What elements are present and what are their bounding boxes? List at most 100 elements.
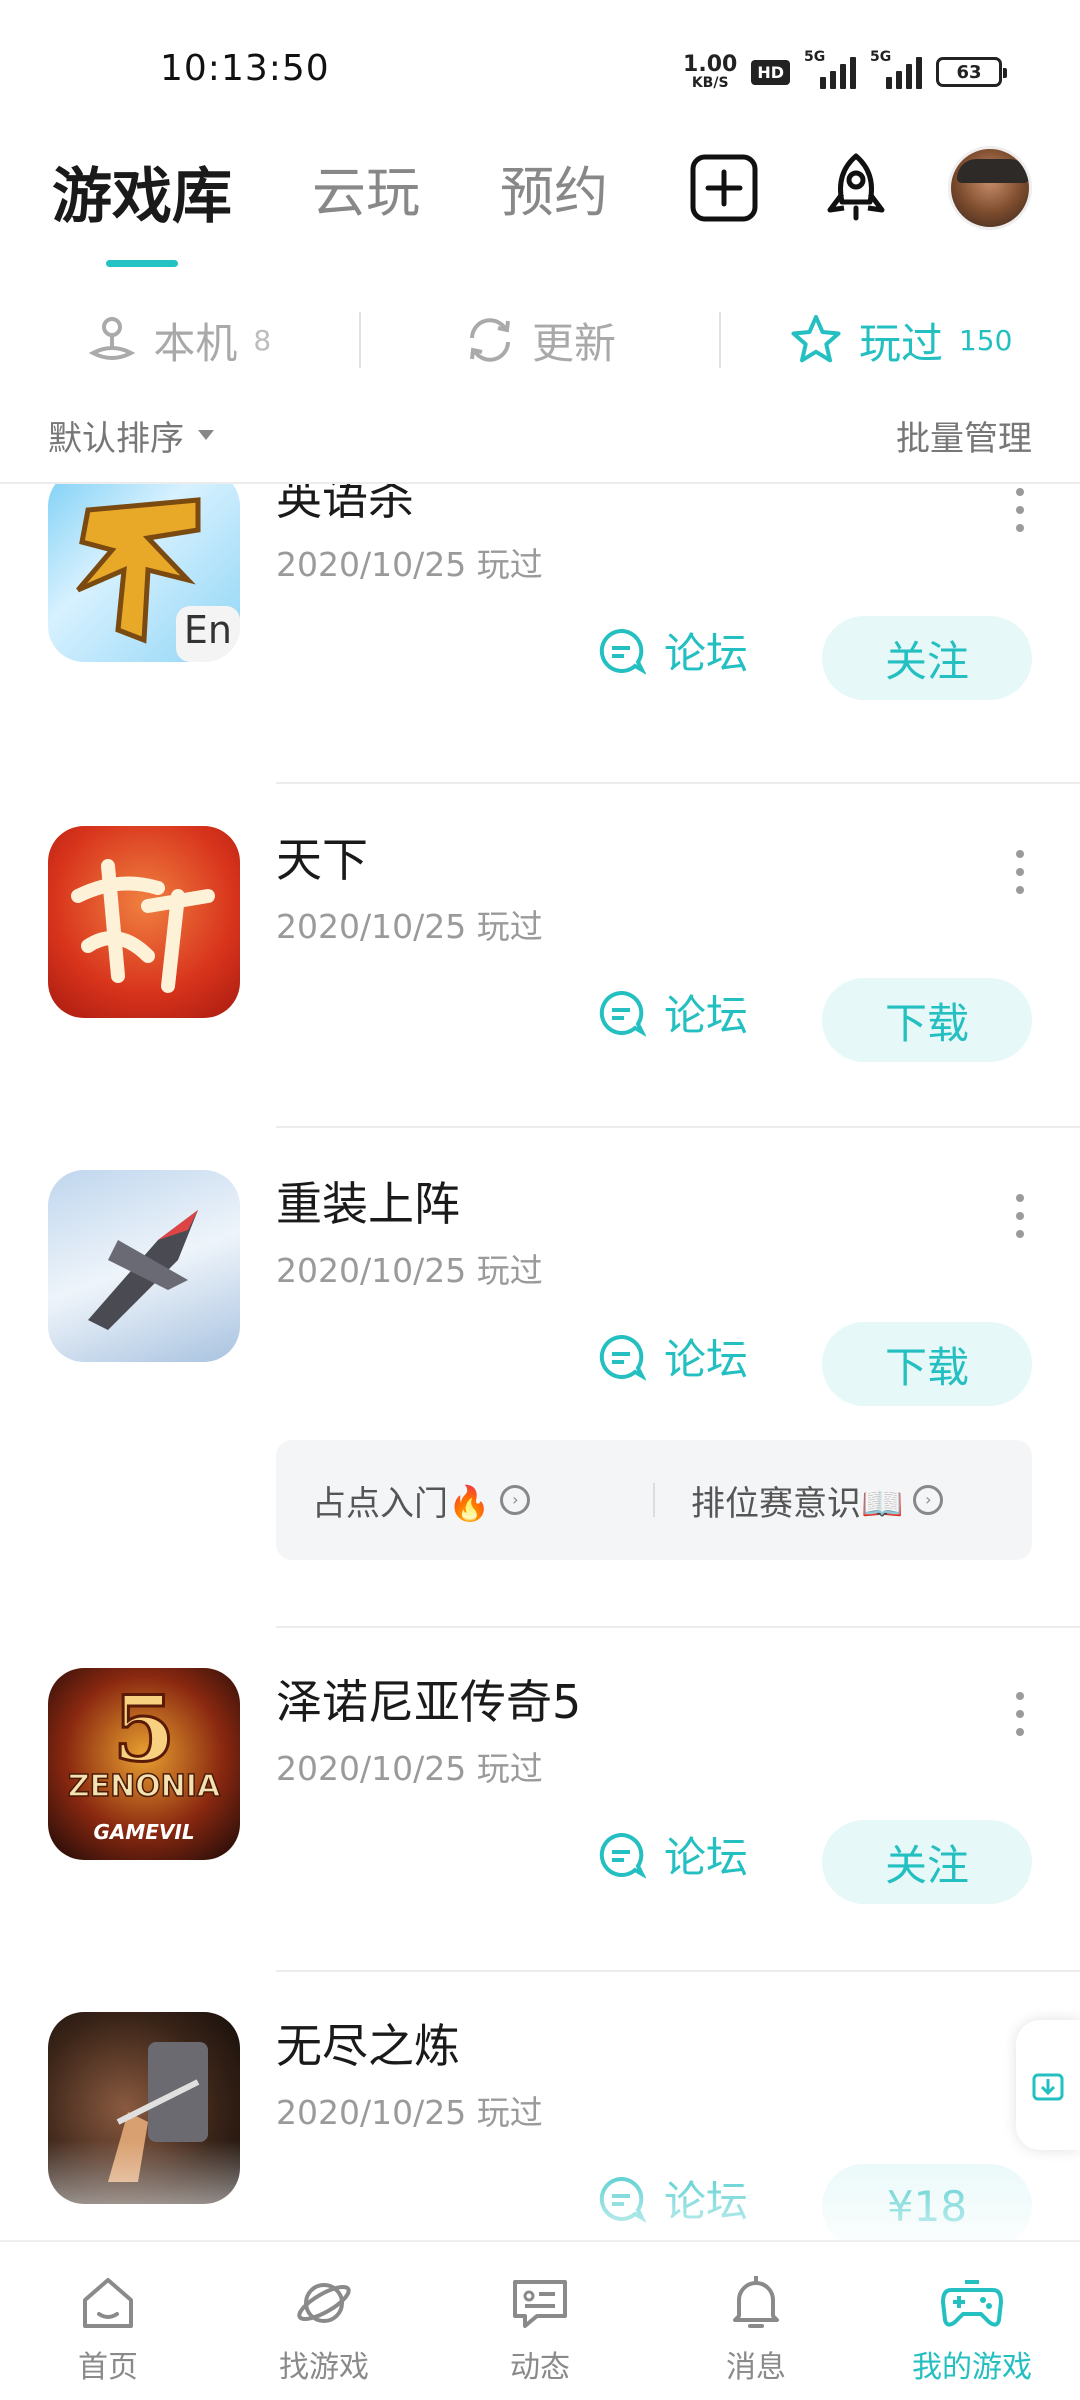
nav-messages[interactable]: 消息: [648, 2242, 864, 2400]
sort-label: 默认排序: [48, 418, 184, 459]
nav-feed-label: 动态: [510, 2350, 570, 2385]
list-item[interactable]: En 英语杀 2020/10/25 玩过 论坛 关注: [0, 484, 1080, 828]
forum-label: 论坛: [664, 629, 749, 678]
forum-link[interactable]: 论坛: [596, 982, 748, 1043]
tab-game-library[interactable]: 游戏库: [52, 148, 232, 235]
home-icon: [83, 2278, 133, 2328]
status-bar: 10:13:50 1.00 KB/S HD 5G 5G 63: [0, 0, 1080, 130]
feed-icon: [513, 2280, 567, 2328]
filter-update-label: 更新: [532, 318, 617, 368]
add-icon: [690, 154, 758, 222]
nav-find-game[interactable]: 找游戏: [216, 2242, 432, 2400]
game-icon: [48, 1170, 240, 1362]
avatar[interactable]: [948, 146, 1032, 230]
forum-icon: [599, 628, 646, 675]
download-manager-icon: [1032, 2073, 1064, 2101]
bell-icon: [733, 2276, 779, 2328]
tab-reservation[interactable]: 预约: [500, 148, 608, 235]
floating-download-button[interactable]: [1016, 2020, 1080, 2150]
follow-button[interactable]: 关注: [822, 1820, 1032, 1904]
signal-tag: 5G: [804, 49, 826, 65]
more-icon[interactable]: [1014, 850, 1026, 894]
filter-row: 本机 8 更新 玩过 150: [0, 300, 1080, 380]
signal-icon: 5G: [804, 49, 856, 89]
sort-row: 默认排序 批量管理: [0, 400, 1080, 470]
svg-text:ZENONIA: ZENONIA: [68, 1769, 221, 1804]
game-icon-art: [88, 1210, 198, 1330]
more-icon[interactable]: [1014, 1692, 1026, 1736]
battery-level: 63: [956, 61, 982, 83]
forum-label: 论坛: [664, 2177, 749, 2226]
forum-link[interactable]: 论坛: [596, 1824, 748, 1885]
game-icon: En: [48, 484, 240, 662]
more-icon[interactable]: [1014, 1194, 1026, 1238]
game-icon: 5 ZENONIA GAMEVIL: [48, 1668, 240, 1860]
nav-find-game-label: 找游戏: [279, 2350, 369, 2385]
forum-label: 论坛: [664, 1833, 749, 1882]
download-button[interactable]: 下载: [822, 978, 1032, 1062]
nav-home[interactable]: 首页: [0, 2242, 216, 2400]
forum-label: 论坛: [664, 991, 749, 1040]
game-icon: [48, 826, 240, 1018]
nav-my-games[interactable]: 我的游戏: [864, 2242, 1080, 2400]
list-item[interactable]: 天下 2020/10/25 玩过 论坛 下载: [0, 784, 1080, 1128]
header-actions: [684, 146, 1032, 230]
forum-link[interactable]: 论坛: [596, 2168, 748, 2229]
game-name: 泽诺尼亚传奇5: [276, 1675, 582, 1729]
network-speed-value: 1.00: [683, 52, 738, 77]
gamepad-icon: [941, 2280, 1003, 2327]
status-icons: 1.00 KB/S HD 5G 5G 63: [683, 49, 1007, 94]
guide-tip[interactable]: 排位赛意识📖 ›: [655, 1476, 1032, 1525]
forum-icon: [599, 2176, 646, 2223]
filter-local-count: 8: [253, 323, 272, 357]
forum-link[interactable]: 论坛: [596, 1326, 748, 1387]
batch-manage-button[interactable]: 批量管理: [896, 411, 1032, 460]
signal-icon-2: 5G: [870, 49, 922, 89]
list-item[interactable]: 无尽之炼 2020/10/25 玩过 论坛 ¥18: [0, 1972, 1080, 2240]
nav-feed[interactable]: 动态: [432, 2242, 648, 2400]
buy-button[interactable]: ¥18: [822, 2164, 1032, 2240]
game-played-date: 2020/10/25 玩过: [276, 545, 543, 584]
forum-link[interactable]: 论坛: [596, 620, 748, 681]
list-item[interactable]: 重装上阵 2020/10/25 玩过 论坛 下载 占点入门🔥 › 排位赛意识📖 …: [0, 1128, 1080, 1628]
forum-icon: [599, 1832, 646, 1879]
guide-tip-label: 占点入门🔥: [312, 1483, 491, 1524]
guide-tip-label: 排位赛意识📖: [691, 1483, 904, 1524]
more-icon[interactable]: [1014, 488, 1026, 532]
guide-tip[interactable]: 占点入门🔥 ›: [276, 1476, 653, 1525]
download-button[interactable]: 下载: [822, 1322, 1032, 1406]
filter-played-label: 玩过: [858, 318, 943, 368]
game-name: 重装上阵: [276, 1177, 460, 1231]
game-icon-badge: En: [183, 608, 232, 652]
filter-played-count: 150: [958, 323, 1013, 357]
sort-dropdown[interactable]: 默认排序: [48, 411, 214, 460]
game-played-date: 2020/10/25 玩过: [276, 2093, 543, 2132]
filter-played[interactable]: 玩过 150: [721, 310, 1080, 371]
game-icon-badge: GAMEVIL: [93, 1820, 195, 1844]
game-name: 无尽之炼: [276, 2019, 460, 2073]
add-button[interactable]: [684, 148, 764, 228]
list-item[interactable]: 5 ZENONIA GAMEVIL 泽诺尼亚传奇5 2020/10/25 玩过 …: [0, 1628, 1080, 1972]
game-icon-art: [71, 859, 215, 993]
network-speed: 1.00 KB/S: [683, 52, 738, 91]
forum-icon: [599, 1334, 646, 1381]
game-played-date: 2020/10/25 玩过: [276, 1749, 543, 1788]
rocket-icon: [827, 153, 885, 221]
hd-icon: HD: [751, 59, 790, 85]
game-name: 英语杀: [276, 484, 414, 525]
planet-icon: [297, 2283, 351, 2323]
tab-cloud-play[interactable]: 云玩: [312, 148, 420, 235]
follow-button[interactable]: 关注: [822, 616, 1032, 700]
filter-local[interactable]: 本机 8: [0, 310, 359, 371]
nav-home-label: 首页: [78, 2350, 138, 2385]
status-time: 10:13:50: [160, 48, 330, 89]
forum-label: 论坛: [664, 1335, 749, 1384]
refresh-icon: [470, 318, 510, 362]
game-icon-art: [108, 2042, 208, 2182]
nav-my-games-label: 我的游戏: [912, 2350, 1032, 2385]
caret-down-icon: [198, 430, 214, 440]
speed-up-button[interactable]: [816, 148, 896, 228]
game-name: 天下: [276, 833, 368, 887]
bottom-nav: 首页 找游戏 动态 消息 我的游戏: [0, 2240, 1080, 2400]
filter-update[interactable]: 更新: [361, 310, 720, 371]
